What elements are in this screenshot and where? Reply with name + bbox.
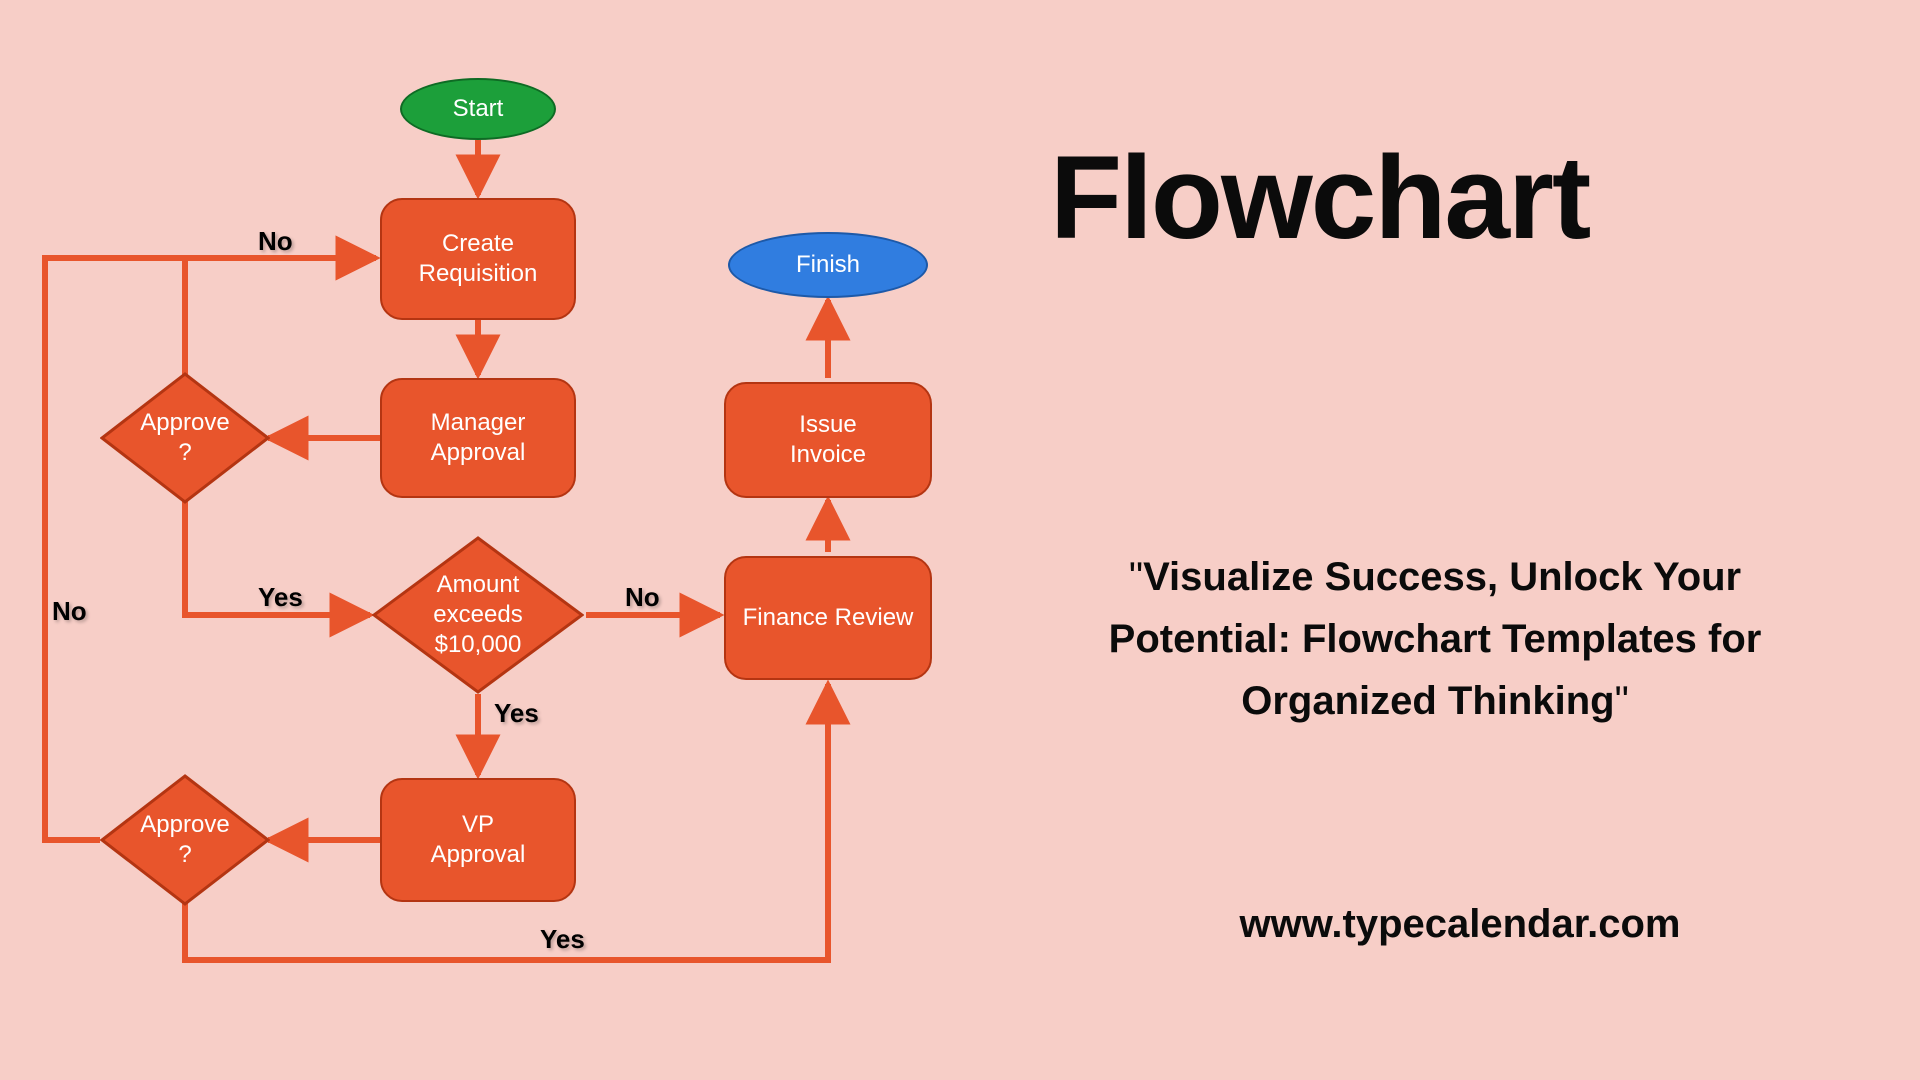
node-approve-2-label: Approve ? [140,810,229,870]
node-manager-approval: Manager Approval [380,378,576,498]
label-amount-no: No [625,582,660,613]
node-finance-review: Finance Review [724,556,932,680]
node-issue-invoice: Issue Invoice [724,382,932,498]
node-approve-2: Approve ? [100,774,270,906]
node-amount-exceeds: Amount exceeds $10,000 [372,536,584,694]
label-approve1-no: No [258,226,293,257]
node-finance-review-label: Finance Review [743,603,914,633]
node-start: Start [400,78,556,140]
label-approve1-yes: Yes [258,582,303,613]
node-approve-1-label: Approve ? [140,408,229,468]
node-create-requisition: Create Requisition [380,198,576,320]
tagline: "Visualize Success, Unlock Your Potentia… [1050,546,1820,732]
node-vp-approval: VP Approval [380,778,576,902]
node-finish: Finish [728,232,928,298]
node-issue-invoice-label: Issue Invoice [790,410,866,470]
node-finish-label: Finish [796,250,860,280]
node-amount-exceeds-label: Amount exceeds $10,000 [433,570,522,660]
node-start-label: Start [453,94,504,124]
label-amount-yes: Yes [494,698,539,729]
text-panel: Flowchart "Visualize Success, Unlock You… [1050,130,1870,947]
node-approve-1: Approve ? [100,372,270,504]
page-title: Flowchart [1050,130,1870,266]
node-vp-approval-label: VP Approval [431,810,526,870]
label-approve2-no: No [52,596,87,627]
site-url: www.typecalendar.com [1050,902,1870,947]
diagram-canvas: Start Finish Create Requisition Manager … [0,0,1920,1080]
label-approve2-yes: Yes [540,924,585,955]
tagline-text: Visualize Success, Unlock Your Potential… [1109,555,1762,723]
node-create-requisition-label: Create Requisition [419,229,538,289]
node-manager-approval-label: Manager Approval [431,408,526,468]
